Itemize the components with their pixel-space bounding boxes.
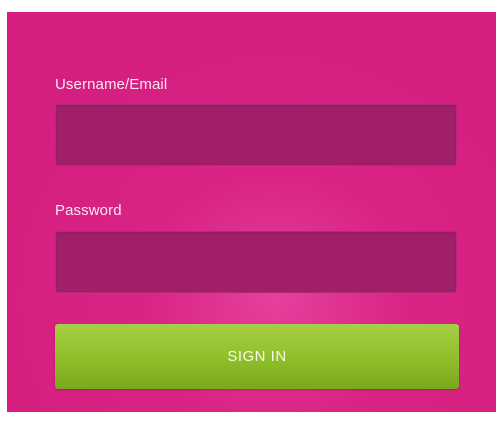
login-panel: Username/Email Password SIGN IN <box>7 12 496 412</box>
password-label: Password <box>55 202 122 219</box>
username-label: Username/Email <box>55 76 168 93</box>
sign-in-button[interactable]: SIGN IN <box>55 324 459 389</box>
username-email-input[interactable] <box>55 104 457 166</box>
password-input[interactable] <box>55 231 457 293</box>
